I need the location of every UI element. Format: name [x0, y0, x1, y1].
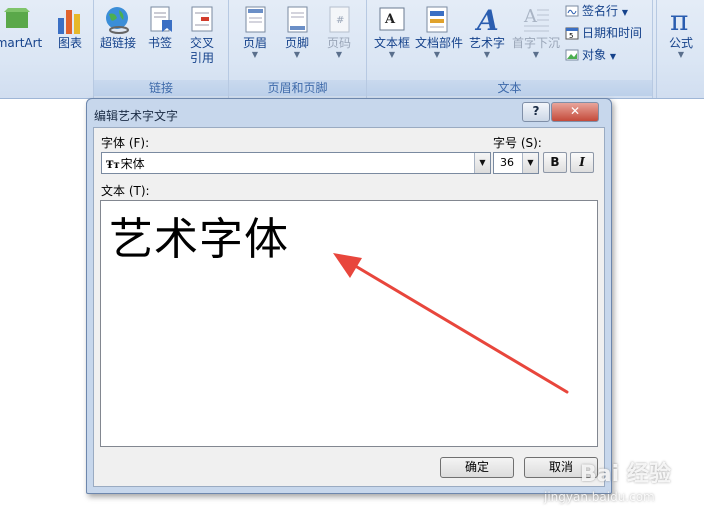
svg-text:A: A — [384, 12, 396, 27]
calendar-icon: 5 — [565, 27, 579, 40]
help-button[interactable]: ? — [522, 102, 550, 122]
size-label: 字号 (S): — [493, 136, 542, 150]
footer-button[interactable]: 页脚 ▼ — [275, 4, 319, 74]
header-footer-group-label: 页眉和页脚 — [229, 80, 366, 96]
header-icon — [245, 6, 266, 33]
textbox-icon: A — [379, 7, 405, 31]
page-number-button[interactable]: # 页码 ▼ — [317, 4, 361, 74]
bookmark-label: 书签 — [147, 36, 172, 50]
cross-reference-label-1: 交叉 — [189, 36, 214, 50]
page-number-label: 页码 — [326, 36, 351, 50]
font-dropdown-icon[interactable]: ▼ — [474, 153, 490, 173]
signature-line-button[interactable]: 签名行 ▼ — [565, 1, 628, 21]
bar-chart-icon — [58, 10, 80, 34]
signature-line-icon — [565, 5, 579, 17]
drop-cap-dropdown-icon[interactable]: ▼ — [511, 51, 561, 59]
smartart-label: martArt — [0, 36, 43, 50]
size-select[interactable]: 36 ▼ — [493, 152, 539, 174]
hyperlink-globe-icon — [106, 7, 129, 34]
equation-dropdown-icon[interactable]: ▼ — [659, 51, 703, 59]
dialog-body: 字体 (F): 字号 (S): Ŧт宋体 ▼ 36 ▼ B I 文本 (T): … — [93, 127, 605, 487]
smartart-button[interactable]: martArt — [0, 4, 44, 74]
quick-parts-dropdown-icon[interactable]: ▼ — [415, 51, 459, 59]
header-label: 页眉 — [242, 36, 267, 50]
italic-button[interactable]: I — [570, 152, 594, 173]
smartart-icon — [4, 8, 30, 28]
text-label: 文本 (T): — [101, 184, 150, 198]
bookmark-icon — [150, 6, 172, 32]
svg-text:5: 5 — [569, 32, 573, 40]
drop-cap-button[interactable]: A 首字下沉 ▼ — [511, 4, 561, 74]
pi-icon: π — [670, 4, 688, 36]
font-select[interactable]: Ŧт宋体 ▼ — [101, 152, 491, 174]
chart-button[interactable]: 图表 — [48, 4, 92, 74]
bookmark-button[interactable]: 书签 — [138, 4, 182, 74]
dialog-titlebar[interactable]: 编辑艺术字文字 ? ✕ — [87, 99, 611, 129]
font-label: 字体 (F): — [101, 136, 150, 150]
date-time-label: 日期和时间 — [582, 26, 643, 40]
quick-parts-button[interactable]: 文档部件 ▼ — [415, 4, 464, 74]
hyperlink-button[interactable]: 超链接 — [96, 4, 140, 74]
object-button[interactable]: 对象 ▼ — [565, 45, 616, 65]
header-button[interactable]: 页眉 ▼ — [233, 4, 277, 74]
links-group: 超链接 书签 交叉 引用 链接 — [94, 0, 229, 98]
object-icon — [565, 49, 579, 61]
edit-wordart-dialog: 编辑艺术字文字 ? ✕ 字体 (F): 字号 (S): Ŧт宋体 ▼ 36 ▼ … — [86, 98, 612, 494]
object-dropdown-icon[interactable]: ▼ — [610, 52, 616, 61]
truetype-font-icon: Ŧт — [106, 160, 120, 171]
dialog-title: 编辑艺术字文字 — [94, 109, 179, 123]
wordart-text-input[interactable]: 艺术字体 — [100, 200, 598, 447]
page-number-dropdown-icon[interactable]: ▼ — [317, 51, 361, 59]
ribbon: martArt 图表 超链接 书签 交叉 引用 链接 页眉 ▼ 页脚 ▼ # 页… — [0, 0, 704, 99]
wordart-text-value: 艺术字体 — [109, 214, 289, 265]
footer-icon — [287, 6, 308, 33]
watermark-url: jingyan.baidu.com — [544, 490, 655, 504]
textbox-label: 文本框 — [373, 36, 410, 50]
header-dropdown-icon[interactable]: ▼ — [233, 51, 277, 59]
wordart-dropdown-icon[interactable]: ▼ — [465, 51, 509, 59]
equation-button[interactable]: π 公式 ▼ — [659, 4, 703, 74]
svg-text:A: A — [474, 4, 499, 36]
hyperlink-label: 超链接 — [99, 36, 136, 50]
page-number-icon: # — [329, 6, 350, 33]
quick-parts-icon — [426, 6, 448, 33]
quick-parts-label: 文档部件 — [415, 36, 464, 50]
signature-dropdown-icon[interactable]: ▼ — [622, 8, 628, 17]
size-dropdown-icon[interactable]: ▼ — [522, 153, 538, 173]
signature-line-label: 签名行 — [582, 4, 619, 18]
symbols-group: π 公式 ▼ — [656, 0, 704, 98]
footer-dropdown-icon[interactable]: ▼ — [275, 51, 319, 59]
baidu-watermark: Bai 经验 jingyan.baidu.com — [540, 450, 700, 520]
header-footer-group: 页眉 ▼ 页脚 ▼ # 页码 ▼ 页眉和页脚 — [229, 0, 367, 98]
links-group-label: 链接 — [94, 80, 228, 96]
svg-text:#: # — [336, 15, 344, 26]
cross-reference-icon — [191, 6, 213, 32]
wordart-button[interactable]: A 艺术字 ▼ — [465, 4, 509, 74]
date-time-button[interactable]: 5 日期和时间 — [565, 23, 642, 43]
text-group-label: 文本 — [367, 80, 652, 96]
watermark-main: Bai 经验 — [580, 462, 671, 487]
size-select-value: 36 — [500, 156, 514, 169]
wordart-label: 艺术字 — [468, 36, 505, 50]
bold-button[interactable]: B — [543, 152, 567, 173]
font-select-value: 宋体 — [120, 157, 145, 171]
drop-cap-icon: A — [523, 6, 549, 32]
cross-reference-button[interactable]: 交叉 引用 — [180, 4, 224, 74]
svg-text:A: A — [523, 6, 538, 27]
cross-reference-label-2: 引用 — [189, 51, 214, 65]
drop-cap-label: 首字下沉 — [511, 36, 560, 50]
footer-label: 页脚 — [284, 36, 309, 50]
svg-text:π: π — [670, 4, 688, 36]
ok-button[interactable]: 确定 — [440, 457, 514, 478]
textbox-button[interactable]: A 文本框 ▼ — [370, 4, 414, 74]
equation-label: 公式 — [668, 36, 693, 50]
textbox-dropdown-icon[interactable]: ▼ — [370, 51, 414, 59]
object-label: 对象 — [582, 48, 607, 62]
illustrations-group: martArt 图表 — [0, 0, 94, 98]
chart-label: 图表 — [57, 36, 82, 50]
close-button[interactable]: ✕ — [551, 102, 599, 122]
wordart-icon: A — [474, 4, 499, 36]
